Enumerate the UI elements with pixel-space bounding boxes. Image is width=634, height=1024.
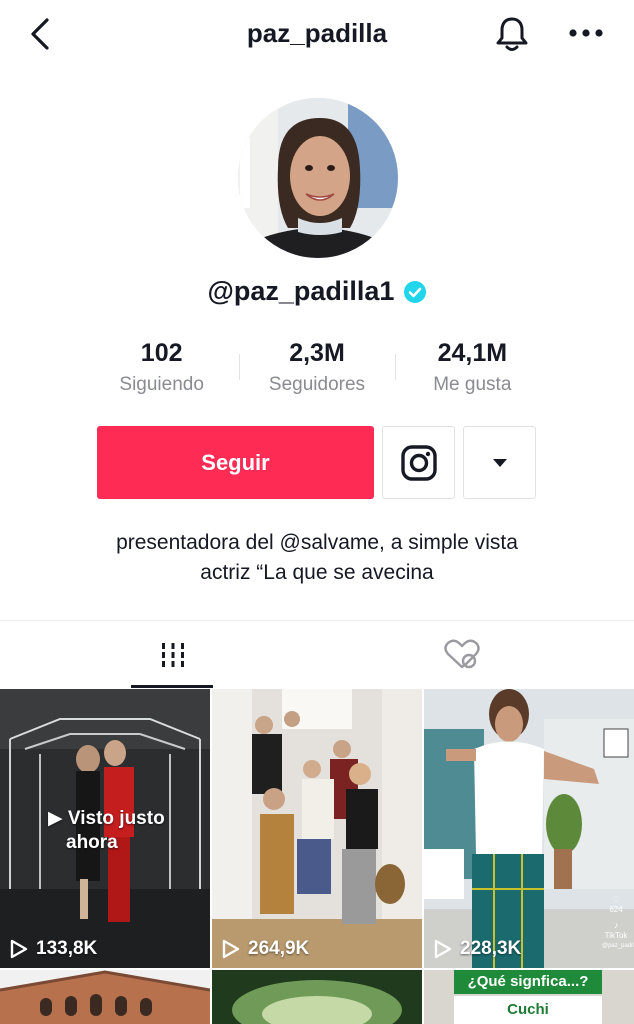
- video-thumbnail[interactable]: ▶ Visto justo ahora 133,8K: [0, 689, 210, 968]
- video-thumbnail[interactable]: [212, 970, 422, 1024]
- grid-icon: [161, 643, 184, 667]
- follow-button[interactable]: Seguir: [97, 426, 374, 499]
- instagram-icon: [400, 444, 437, 481]
- watched-label: Visto justo: [67, 808, 165, 829]
- top-bar: paz_padilla: [0, 0, 634, 70]
- avatar-photo: [238, 98, 398, 258]
- notifications-button[interactable]: [490, 12, 534, 56]
- play-outline-icon: [10, 939, 28, 959]
- stat-likes: 24,1M Me gusta: [395, 336, 550, 400]
- video-thumbnail-image: [0, 970, 210, 1024]
- more-dots-icon: [569, 29, 603, 37]
- following-count: 102: [140, 339, 183, 367]
- stat-followers[interactable]: 2,3M Seguidores: [239, 336, 394, 400]
- liked-hidden-icon: [443, 639, 480, 669]
- stat-divider: [395, 354, 396, 380]
- watched-label: ahora: [66, 832, 118, 853]
- followers-label: Seguidores: [268, 374, 366, 395]
- play-outline-icon: [434, 939, 452, 959]
- video-caption: ¿Qué signfica...?: [467, 973, 589, 990]
- bell-icon: [496, 17, 528, 51]
- play-icon: ▶: [48, 808, 63, 829]
- view-count-text: 228,3K: [460, 938, 522, 959]
- watermark-brand: TikTok: [604, 931, 628, 940]
- active-tab-indicator: [131, 685, 213, 688]
- video-thumbnail[interactable]: ♡ 624 ♪ TikTok @paz_padilla1 228,3K: [424, 689, 634, 968]
- video-thumbnail[interactable]: [0, 970, 210, 1024]
- view-count: 228,3K: [434, 938, 521, 960]
- username: @paz_padilla1: [207, 276, 395, 306]
- likes-count: 24,1M: [437, 339, 508, 367]
- instagram-button[interactable]: [382, 426, 455, 499]
- stat-divider: [239, 354, 240, 380]
- view-count-text: 133,8K: [36, 938, 98, 959]
- avatar[interactable]: [238, 98, 398, 258]
- watched-overlay: ▶ Visto justo ahora: [48, 807, 165, 855]
- view-count: 133,8K: [10, 938, 97, 960]
- likes-label: Me gusta: [433, 374, 512, 395]
- profile-stats: 102 Siguiendo 2,3M Seguidores 24,1M Me g…: [84, 336, 550, 400]
- video-thumbnail[interactable]: 264,9K: [212, 689, 422, 968]
- view-count: 264,9K: [222, 938, 309, 960]
- bio: presentadora del @salvame, a simple vist…: [0, 528, 634, 588]
- tab-liked[interactable]: [303, 621, 620, 689]
- bio-line: actriz “La que se avecina: [200, 561, 434, 584]
- bio-line: presentadora del @salvame, a simple vist…: [116, 531, 518, 554]
- watermark-count: 624: [609, 905, 623, 914]
- watermark-user: @paz_padilla1: [602, 943, 634, 949]
- verified-badge-icon: [404, 280, 427, 303]
- username-row: @paz_padilla1: [0, 276, 634, 307]
- more-options-button[interactable]: [564, 18, 608, 48]
- video-thumbnail[interactable]: ¿Qué signfica...? Cuchi: [424, 970, 634, 1024]
- tab-videos[interactable]: [14, 621, 331, 689]
- caret-down-icon: [492, 458, 507, 467]
- video-thumbnail-image: [212, 689, 422, 968]
- video-thumbnail-image: [212, 970, 422, 1024]
- page-title: paz_padilla: [246, 18, 388, 48]
- tiktok-logo-icon: ♪: [614, 921, 618, 930]
- content-tabs: [0, 620, 634, 688]
- suggested-accounts-button[interactable]: [463, 426, 536, 499]
- play-outline-icon: [222, 939, 240, 959]
- stat-following[interactable]: 102 Siguiendo: [84, 336, 239, 400]
- following-label: Siguiendo: [119, 374, 204, 395]
- view-count-text: 264,9K: [248, 938, 310, 959]
- video-caption: Cuchi: [507, 1001, 549, 1018]
- followers-count: 2,3M: [289, 339, 345, 367]
- tiktok-watermark: ♡ 624 ♪ TikTok @paz_padilla1: [602, 895, 634, 951]
- heart-icon: ♡: [612, 895, 620, 904]
